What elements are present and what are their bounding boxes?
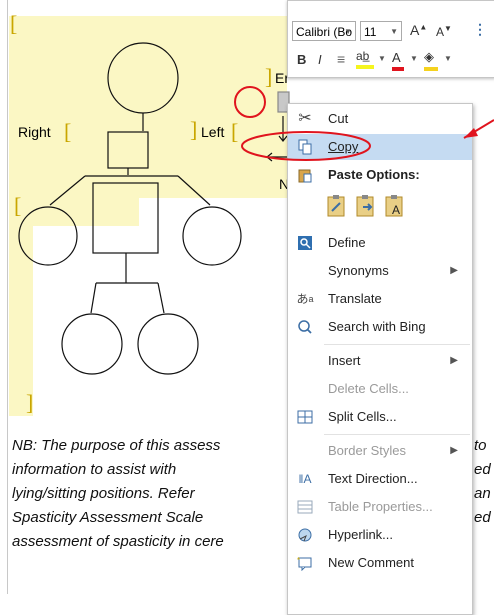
nb-fragment-2: ed — [474, 461, 491, 478]
nb-fragment-4: ed — [474, 509, 491, 526]
bold-button[interactable]: B — [297, 52, 306, 67]
menu-item-table-properties[interactable]: Table Properties... — [288, 494, 472, 520]
body-diagram — [18, 42, 290, 375]
font-color-icon[interactable]: A — [392, 50, 404, 71]
nb-line-2: information to assist with — [12, 461, 177, 478]
head-circle — [107, 42, 179, 114]
search-icon — [296, 318, 314, 336]
context-menu: ✂ Cut Copy Paste Options: A Define Synon… — [287, 103, 473, 615]
chevron-down-icon: ▼ — [390, 27, 398, 36]
menu-item-hyperlink[interactable]: Hyperlink... — [288, 522, 472, 548]
font-size-value: 11 — [364, 25, 377, 39]
translate-icon: あa — [296, 292, 314, 306]
left-leg-line — [157, 282, 165, 314]
chevron-down-icon: ▼ — [344, 27, 352, 36]
menu-item-define[interactable]: Define — [288, 230, 472, 256]
table-properties-icon — [296, 498, 314, 516]
menu-item-paste-options: Paste Options: — [288, 162, 472, 188]
menu-item-cut[interactable]: ✂ Cut — [288, 106, 472, 132]
paste-keep-formatting-icon[interactable] — [326, 194, 348, 223]
submenu-arrow-icon: ▶ — [450, 445, 458, 456]
menu-item-copy[interactable]: Copy — [288, 134, 472, 160]
menu-item-synonyms[interactable]: Synonyms ▶ — [288, 258, 472, 284]
split-cells-icon — [296, 408, 314, 426]
left-hand-circle — [182, 206, 242, 266]
font-size-select[interactable]: 11 ▼ — [360, 21, 402, 41]
hyperlink-icon — [296, 526, 314, 544]
submenu-arrow-icon: ▶ — [450, 265, 458, 276]
nb-line-3: lying/sitting positions. Refer — [12, 485, 195, 502]
font-name-select[interactable]: Calibri (Bo ▼ — [292, 21, 356, 41]
nb-line-4: Spasticity Assessment Scale — [12, 509, 204, 526]
scissors-icon: ✂ — [298, 110, 312, 127]
svg-text:A: A — [392, 203, 400, 217]
chevron-down-icon[interactable]: ▼ — [410, 54, 418, 63]
shading-color-icon[interactable]: ◈ — [424, 49, 438, 71]
highlight-color-icon[interactable]: ab̲ — [356, 49, 374, 69]
grow-font-button[interactable]: A▲ — [410, 22, 427, 38]
submenu-arrow-icon: ▶ — [450, 355, 458, 366]
svg-text:*: * — [297, 556, 300, 565]
right-hand-circle — [18, 206, 78, 266]
more-options-icon[interactable]: ⋮ — [473, 21, 487, 38]
menu-item-split-cells[interactable]: Split Cells... — [288, 404, 472, 430]
nb-fragment-3: an — [474, 485, 491, 502]
italic-button[interactable]: I — [318, 52, 322, 67]
menu-item-search-with-bing[interactable]: Search with Bing — [288, 314, 472, 340]
mini-toolbar: Calibri (Bo ▼ 11 ▼ A▲ A▼ ⋮ B I ≡ ab̲ ▼ A… — [287, 0, 494, 78]
nb-fragment-1: to — [474, 437, 487, 454]
neck-box — [107, 131, 149, 169]
copy-icon — [296, 138, 314, 156]
clipboard-icon — [296, 166, 314, 184]
paste-merge-formatting-icon[interactable] — [355, 194, 377, 223]
menu-item-delete-cells[interactable]: Delete Cells... — [288, 376, 472, 402]
nb-line-5: assessment of spasticity in cere — [12, 533, 224, 550]
left-arm-line — [177, 175, 211, 206]
text-direction-icon: ‖A — [298, 472, 312, 486]
annotation-circle-small — [234, 86, 266, 118]
torso-box — [92, 182, 159, 254]
menu-item-insert[interactable]: Insert ▶ — [288, 348, 472, 374]
align-center-icon[interactable]: ≡ — [337, 51, 345, 67]
right-foot-circle — [61, 313, 123, 375]
comment-icon: * — [296, 554, 314, 572]
menu-item-border-styles[interactable]: Border Styles ▶ — [288, 438, 472, 464]
chevron-down-icon[interactable]: ▼ — [444, 54, 452, 63]
nb-line-1: NB: The purpose of this assess — [12, 437, 221, 454]
menu-item-text-direction[interactable]: ‖A Text Direction... — [288, 466, 472, 492]
menu-separator — [324, 434, 470, 435]
left-foot-circle — [137, 313, 199, 375]
menu-item-new-comment[interactable]: * New Comment — [288, 550, 472, 576]
menu-separator — [324, 344, 470, 345]
shrink-font-button[interactable]: A▼ — [436, 24, 452, 39]
chevron-down-icon[interactable]: ▼ — [378, 54, 386, 63]
right-leg-line — [90, 282, 97, 314]
right-arm-line — [49, 175, 86, 206]
menu-item-translate[interactable]: あa Translate — [288, 286, 472, 312]
define-icon — [296, 234, 314, 252]
paste-text-only-icon[interactable]: A — [384, 194, 406, 223]
